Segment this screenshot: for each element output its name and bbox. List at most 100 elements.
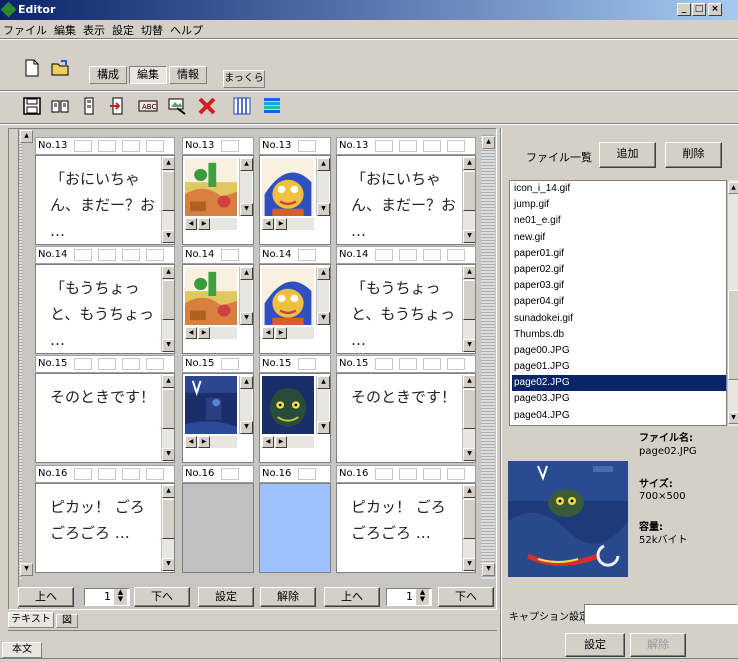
menu-settings[interactable]: 設定 bbox=[109, 20, 138, 38]
scroll-down-icon[interactable]: ▼ bbox=[463, 230, 475, 243]
scroll-down-icon[interactable]: ▼ bbox=[240, 203, 253, 216]
delete-icon[interactable] bbox=[197, 96, 217, 116]
file-list[interactable]: icon_i_14.gif jump.gif ne01_e.gif new.gif pa… bbox=[509, 180, 727, 426]
rows-icon[interactable] bbox=[262, 96, 282, 116]
scroll-down-icon[interactable]: ▼ bbox=[317, 203, 330, 216]
close-button[interactable]: × bbox=[708, 3, 722, 16]
grid-scroll-down-right[interactable]: ▼ bbox=[482, 563, 495, 576]
file-list-item[interactable]: page01.JPG bbox=[512, 359, 726, 375]
grid-scroll-up[interactable]: ▲ bbox=[20, 130, 33, 143]
save-icon[interactable] bbox=[22, 96, 42, 116]
text-cell[interactable]: 「おにいちゃ ん、まだー？お … ▲ ▼ bbox=[336, 155, 476, 245]
scroll-down-icon[interactable]: ▼ bbox=[463, 558, 475, 571]
scroll-thumb[interactable] bbox=[463, 389, 475, 429]
scroll-up-icon[interactable]: ▲ bbox=[463, 485, 475, 498]
file-list-item[interactable]: ne01_e.gif bbox=[512, 213, 726, 229]
scroll-right-icon[interactable]: ▶ bbox=[198, 218, 210, 230]
scroll-up-icon[interactable]: ▲ bbox=[463, 157, 475, 170]
file-list-item[interactable]: sunadokei.gif bbox=[512, 311, 726, 327]
scroll-left-icon[interactable]: ◀ bbox=[185, 327, 197, 339]
text-frame-icon[interactable]: ABC bbox=[138, 96, 158, 116]
file-list-item[interactable]: Thumbs.db bbox=[512, 327, 726, 343]
image-vscroll[interactable]: ▲ ▼ bbox=[316, 376, 330, 434]
menu-switch[interactable]: 切替 bbox=[138, 20, 167, 38]
scroll-up-icon[interactable]: ▲ bbox=[463, 266, 475, 279]
text-cell[interactable]: ピカッ！ ごろ ごろごろ … ▲ ▼ bbox=[35, 483, 175, 573]
book-icon[interactable] bbox=[50, 96, 70, 116]
scroll-down-icon[interactable]: ▼ bbox=[317, 312, 330, 325]
move-up-left-button[interactable]: 上へ bbox=[18, 587, 74, 607]
image-hscroll[interactable]: ◀ ▶ bbox=[185, 218, 237, 230]
cell-scrollbar[interactable]: ▲ ▼ bbox=[462, 157, 475, 243]
scroll-left-icon[interactable]: ◀ bbox=[262, 436, 274, 448]
image-cell[interactable]: ▲ ▼ ◀ ▶ bbox=[259, 373, 331, 463]
file-list-item[interactable]: icon_i_14.gif bbox=[512, 181, 726, 197]
scroll-left-icon[interactable]: ◀ bbox=[185, 218, 197, 230]
file-list-item[interactable]: paper04.gif bbox=[512, 294, 726, 310]
grid-scroll-down[interactable]: ▼ bbox=[20, 563, 33, 576]
insert-page-icon[interactable] bbox=[108, 96, 128, 116]
scroll-up-icon[interactable]: ▲ bbox=[317, 267, 330, 280]
scroll-up-icon[interactable]: ▲ bbox=[317, 376, 330, 389]
scroll-up-icon[interactable]: ▲ bbox=[317, 158, 330, 171]
new-document-icon[interactable] bbox=[22, 58, 42, 78]
cell-scrollbar[interactable]: ▲ ▼ bbox=[161, 266, 174, 352]
scroll-thumb[interactable] bbox=[162, 171, 174, 211]
scroll-left-icon[interactable]: ◀ bbox=[262, 218, 274, 230]
file-list-item[interactable]: paper01.gif bbox=[512, 246, 726, 262]
maximize-button[interactable]: □ bbox=[692, 3, 706, 16]
scroll-right-icon[interactable]: ▶ bbox=[198, 327, 210, 339]
scroll-thumb[interactable] bbox=[162, 280, 174, 320]
image-hscroll[interactable]: ◀ ▶ bbox=[185, 327, 237, 339]
file-list-item[interactable]: page03.JPG bbox=[512, 391, 726, 407]
tab-structure[interactable]: 構成 bbox=[89, 66, 127, 84]
delete-file-button[interactable]: 削除 bbox=[665, 142, 722, 168]
move-down-left-button[interactable]: 下へ bbox=[134, 587, 190, 607]
file-list-item[interactable]: page00.JPG bbox=[512, 343, 726, 359]
caption-set-button[interactable]: 設定 bbox=[565, 633, 625, 657]
scroll-right-icon[interactable]: ▶ bbox=[275, 218, 287, 230]
text-cell[interactable]: 「もうちょっ と、もうちょっ … ▲ ▼ bbox=[336, 264, 476, 354]
scroll-right-icon[interactable]: ▶ bbox=[275, 327, 287, 339]
text-cell[interactable]: ピカッ！ ごろ ごろごろ … ▲ ▼ bbox=[336, 483, 476, 573]
scroll-down-icon[interactable]: ▼ bbox=[240, 421, 253, 434]
image-hscroll[interactable]: ◀ ▶ bbox=[262, 218, 314, 230]
tab-edit[interactable]: 編集 bbox=[129, 66, 167, 84]
scroll-right-icon[interactable]: ▶ bbox=[198, 436, 210, 448]
scroll-down-icon[interactable]: ▼ bbox=[162, 339, 174, 352]
scroll-down-icon[interactable]: ▼ bbox=[162, 448, 174, 461]
image-hscroll[interactable]: ◀ ▶ bbox=[262, 327, 314, 339]
cell-scrollbar[interactable]: ▲ ▼ bbox=[161, 157, 174, 243]
scroll-thumb[interactable] bbox=[463, 280, 475, 320]
scroll-down-icon[interactable]: ▼ bbox=[162, 230, 174, 243]
menu-edit[interactable]: 編集 bbox=[51, 20, 80, 38]
cell-scrollbar[interactable]: ▲ ▼ bbox=[462, 485, 475, 571]
scroll-thumb[interactable] bbox=[463, 171, 475, 211]
file-list-item[interactable]: new.gif bbox=[512, 230, 726, 246]
scroll-down-icon[interactable]: ▼ bbox=[463, 448, 475, 461]
cell-scrollbar[interactable]: ▲ ▼ bbox=[161, 375, 174, 461]
scroll-up-icon[interactable]: ▲ bbox=[162, 375, 174, 388]
tab-info[interactable]: 情報 bbox=[169, 66, 207, 84]
image-vscroll[interactable]: ▲ ▼ bbox=[316, 158, 330, 216]
set-button[interactable]: 設定 bbox=[198, 587, 254, 607]
cell-scrollbar[interactable]: ▲ ▼ bbox=[462, 266, 475, 352]
spin-left-arrows[interactable]: ▲ ▼ bbox=[114, 589, 127, 605]
menu-view[interactable]: 表示 bbox=[80, 20, 109, 38]
scroll-down-icon[interactable]: ▼ bbox=[317, 421, 330, 434]
move-down-right-button[interactable]: 下へ bbox=[438, 587, 494, 607]
image-vscroll[interactable]: ▲ ▼ bbox=[239, 158, 253, 216]
blank-cell[interactable] bbox=[259, 483, 331, 573]
scroll-down-icon[interactable]: ▼ bbox=[162, 558, 174, 571]
text-cell[interactable]: そのときです！ ▲ ▼ bbox=[35, 373, 175, 463]
minimize-button[interactable]: _ bbox=[677, 3, 691, 16]
scroll-up-icon[interactable]: ▲ bbox=[162, 266, 174, 279]
file-list-scrollbar[interactable]: ▲ ▼ bbox=[727, 180, 738, 426]
scroll-up-icon[interactable]: ▲ bbox=[240, 267, 253, 280]
scroll-up-icon[interactable]: ▲ bbox=[463, 375, 475, 388]
page-layout-icon[interactable] bbox=[80, 96, 100, 116]
scroll-up-icon[interactable]: ▲ bbox=[240, 158, 253, 171]
image-cell[interactable]: ▲ ▼ ◀ ▶ bbox=[182, 264, 254, 354]
tab-text[interactable]: テキスト bbox=[8, 612, 54, 628]
scroll-thumb[interactable] bbox=[463, 499, 475, 539]
